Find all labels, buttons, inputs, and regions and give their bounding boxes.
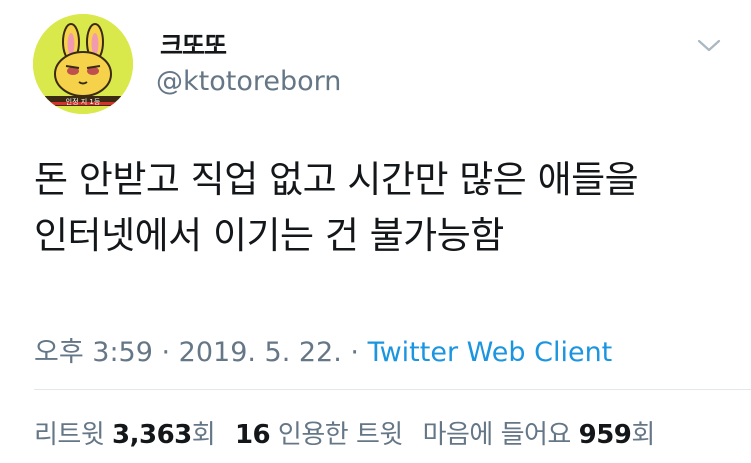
tweet-time[interactable]: 오후 3:59 [34, 337, 153, 368]
likes-stat[interactable]: 마음에 들어요 959회 [422, 420, 656, 450]
avatar[interactable]: 인정 지 1등 [33, 14, 133, 114]
meta-separator: · [341, 337, 368, 368]
tweet-stats: 리트윗 3,363회 16 인용한 트윗 마음에 들어요 959회 [34, 414, 655, 451]
tweet-meta: 오후 3:59 · 2019. 5. 22. · Twitter Web Cli… [34, 330, 612, 369]
retweets-suffix: 회 [191, 420, 216, 450]
likes-suffix: 회 [631, 420, 655, 450]
rabbit-avatar-image: 인정 지 1등 [33, 14, 133, 114]
quotes-count: 16 [234, 420, 271, 450]
tweet-date[interactable]: 2019. 5. 22. [179, 337, 342, 368]
tweet-line: 돈 안받고 직업 없고 시간만 많은 애들을 [34, 158, 639, 201]
meta-separator: · [152, 337, 179, 368]
avatar-caption: 인정 지 1등 [66, 97, 101, 106]
likes-label: 마음에 들어요 [422, 420, 572, 450]
likes-count: 959 [578, 420, 632, 450]
quotes-label: 인용한 트윗 [277, 420, 403, 450]
display-name[interactable]: 크또또 [160, 26, 227, 62]
user-handle[interactable]: @ktotoreborn [156, 66, 341, 97]
quotes-stat[interactable]: 16 인용한 트윗 [235, 420, 403, 450]
tweet-line: 인터넷에서 이기는 건 불가능함 [34, 214, 504, 257]
retweets-label: 리트윗 [34, 420, 105, 450]
tweet-text: 돈 안받고 직업 없고 시간만 많은 애들을 인터넷에서 이기는 건 불가능함 [34, 152, 734, 264]
retweets-stat[interactable]: 리트윗 3,363회 [34, 420, 216, 450]
divider [34, 389, 751, 390]
retweets-count: 3,363 [112, 420, 192, 450]
tweet-client-link[interactable]: Twitter Web Client [368, 337, 613, 368]
chevron-down-icon[interactable] [696, 38, 722, 54]
